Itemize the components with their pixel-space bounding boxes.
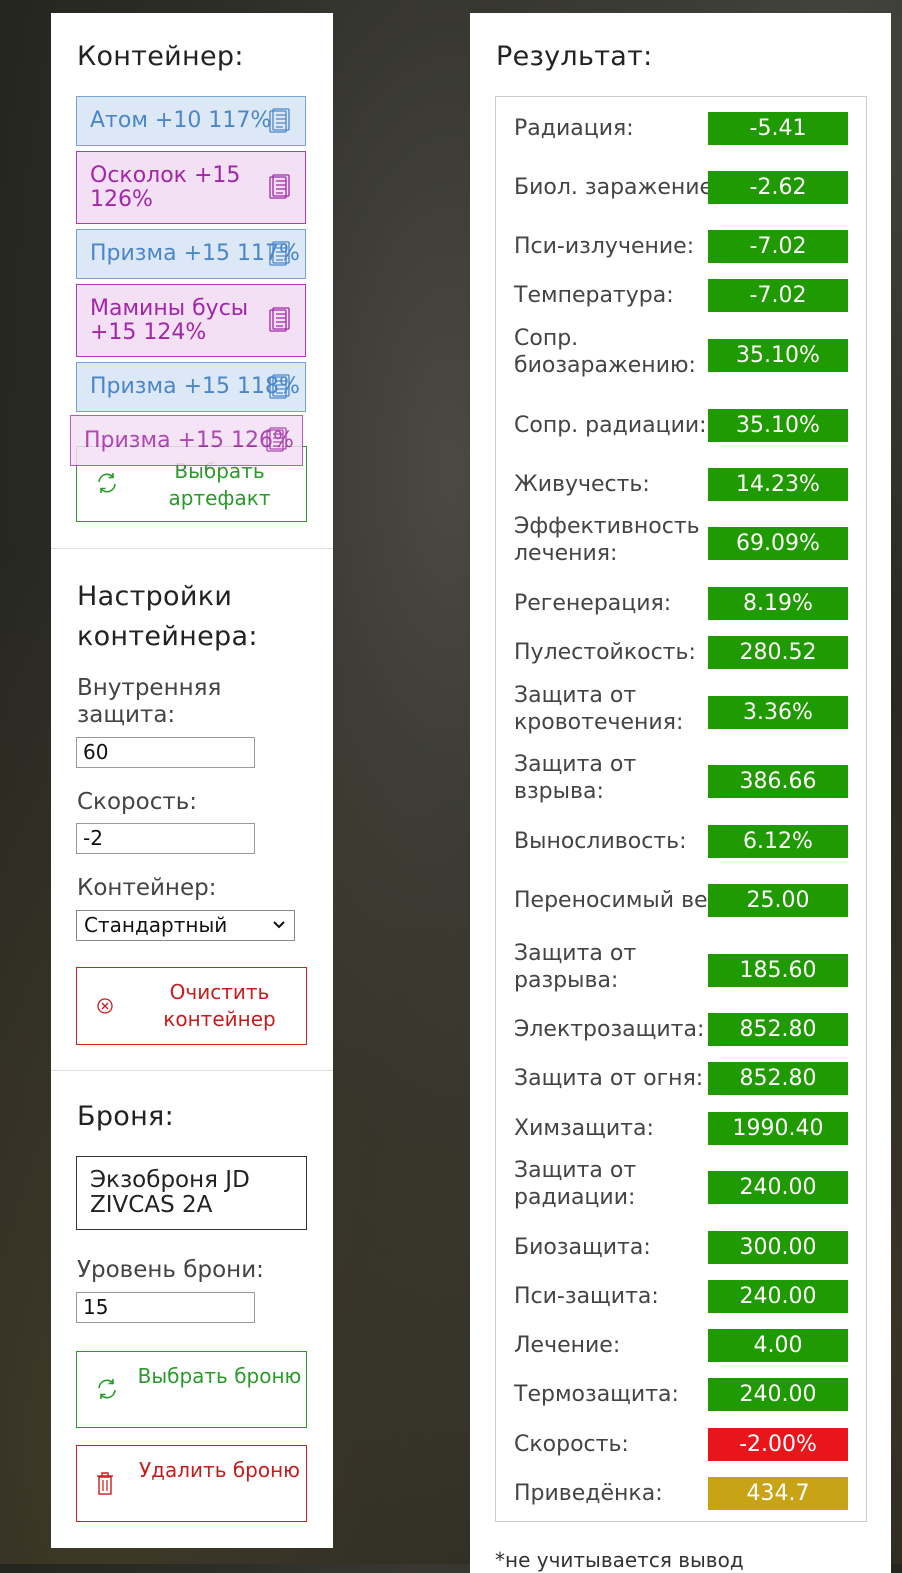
result-value: 69.09% [708,527,848,560]
result-label: Переносимый вес: [514,888,728,913]
result-label: Биол. заражение: [514,175,721,200]
document-icon [264,427,288,455]
result-value: 300.00 [708,1231,848,1264]
result-label: Защита от радиации: [514,1158,637,1210]
divider [51,548,333,549]
result-label: Выносливость: [514,829,687,854]
clear-container-button[interactable]: Очистить контейнер [76,967,307,1045]
result-label: Защита от взрыва: [514,752,637,804]
container-type-label: Контейнер: [77,875,217,901]
artifact-item-prizma-117[interactable]: Призма +15 117% [76,229,306,279]
result-label: Регенерация: [514,591,672,616]
trash-icon [95,1471,115,1504]
result-value: -2.00% [708,1428,848,1461]
refresh-icon [95,471,119,502]
result-label: Эффективность лечения: [514,514,700,566]
result-value: 240.00 [708,1171,848,1204]
artifact-label: Призма +15 126% [84,428,294,453]
result-label: Биозащита: [514,1235,651,1260]
inner-protection-label: Внутренняя защита: [77,675,222,728]
clear-container-label: Очистить контейнер [163,980,276,1031]
pick-armor-button[interactable]: Выбрать броню [76,1351,307,1428]
close-circle-icon [95,996,115,1023]
armor-level-input[interactable]: 15 [76,1292,255,1323]
result-heading: Результат: [496,41,653,72]
result-label: Радиация: [514,116,634,141]
result-label: Лечение: [514,1333,621,1358]
remove-armor-label: Удалить броню [138,1458,301,1482]
document-icon[interactable] [267,241,291,269]
result-value: 386.66 [708,765,848,798]
result-value: 35.10% [708,339,848,372]
refresh-icon [95,1377,119,1408]
artifact-label: Мамины бусы +15 124% [90,296,249,345]
result-value: 4.00 [708,1329,848,1362]
result-value: -7.02 [708,279,848,312]
result-label: Электрозащита: [514,1017,705,1042]
result-value: 240.00 [708,1280,848,1313]
container-panel: Контейнер: Атом +10 117% Осколок +15 126… [51,13,333,1548]
armor-level-label: Уровень брони: [77,1257,264,1283]
result-label: Пси-излучение: [514,234,695,259]
container-type-select[interactable]: Стандартный [76,910,295,941]
container-heading: Контейнер: [77,41,244,72]
result-value: 3.36% [708,696,848,729]
result-label: Сопр. биозаражению: [514,326,696,378]
result-label: Пси-защита: [514,1284,659,1309]
inner-protection-input[interactable]: 60 [76,737,255,768]
result-panel: Результат: Радиация: -5.41 Биол. заражение… [470,13,891,1573]
result-label: Термозащита: [514,1382,679,1407]
document-icon[interactable] [267,374,291,402]
result-value: -7.02 [708,230,848,263]
result-value: 25.00 [708,884,848,917]
document-icon[interactable] [267,307,291,335]
result-value: 852.80 [708,1062,848,1095]
pick-armor-label: Выбрать броню [137,1364,302,1388]
speed-label: Скорость: [77,789,198,815]
result-label: Защита от разрыва: [514,941,637,993]
result-label: Сопр. радиации: [514,413,707,438]
result-label: Пулестойкость: [514,640,696,665]
result-label: Скорость: [514,1432,629,1457]
chevron-down-icon [272,911,286,949]
container-type-value: Стандартный [84,913,228,937]
result-value: 6.12% [708,825,848,858]
result-label: Приведёнка: [514,1481,663,1506]
result-table: Радиация: -5.41 Биол. заражение: -2.62 Пси-и… [495,96,867,1522]
result-value: 280.52 [708,636,848,669]
settings-heading: Настройки контейнера: [77,581,258,652]
result-label: Живучесть: [514,472,650,497]
document-icon[interactable] [267,108,291,136]
artifact-label: Атом +10 117% [90,108,272,133]
speed-input[interactable]: -2 [76,823,255,854]
document-icon[interactable] [267,174,291,202]
result-label: Химзащита: [514,1116,654,1141]
result-value: 852.80 [708,1013,848,1046]
result-value: -5.41 [708,112,848,145]
artifact-item-prizma-118[interactable]: Призма +15 118% [76,362,306,412]
result-value: 185.60 [708,954,848,987]
result-value: 8.19% [708,587,848,620]
dragging-artifact-ghost[interactable]: Призма +15 126% [70,415,303,466]
divider [51,1070,333,1071]
armor-heading: Броня: [77,1101,174,1132]
result-value: 434.7 [708,1477,848,1510]
result-label: Температура: [514,283,674,308]
remove-armor-button[interactable]: Удалить броню [76,1445,307,1522]
result-label: Защита от огня: [514,1066,704,1091]
footnote: *не учитывается вывод [495,1548,744,1572]
result-value: 1990.40 [708,1112,848,1145]
artifact-item-oskolok[interactable]: Осколок +15 126% [76,151,306,224]
result-value: 14.23% [708,468,848,501]
result-label: Защита от кровотечения: [514,683,684,735]
result-value: 240.00 [708,1378,848,1411]
artifact-item-maminy-busy[interactable]: Мамины бусы +15 124% [76,284,306,357]
result-value: -2.62 [708,171,848,204]
artifact-item-atom[interactable]: Атом +10 117% [76,96,306,146]
result-value: 35.10% [708,409,848,442]
pick-artifact-label: Выбрать артефакт [168,459,271,510]
artifact-label: Осколок +15 126% [90,163,241,212]
armor-select-box[interactable]: Экзоброня JD ZIVCAS 2A [76,1156,307,1230]
